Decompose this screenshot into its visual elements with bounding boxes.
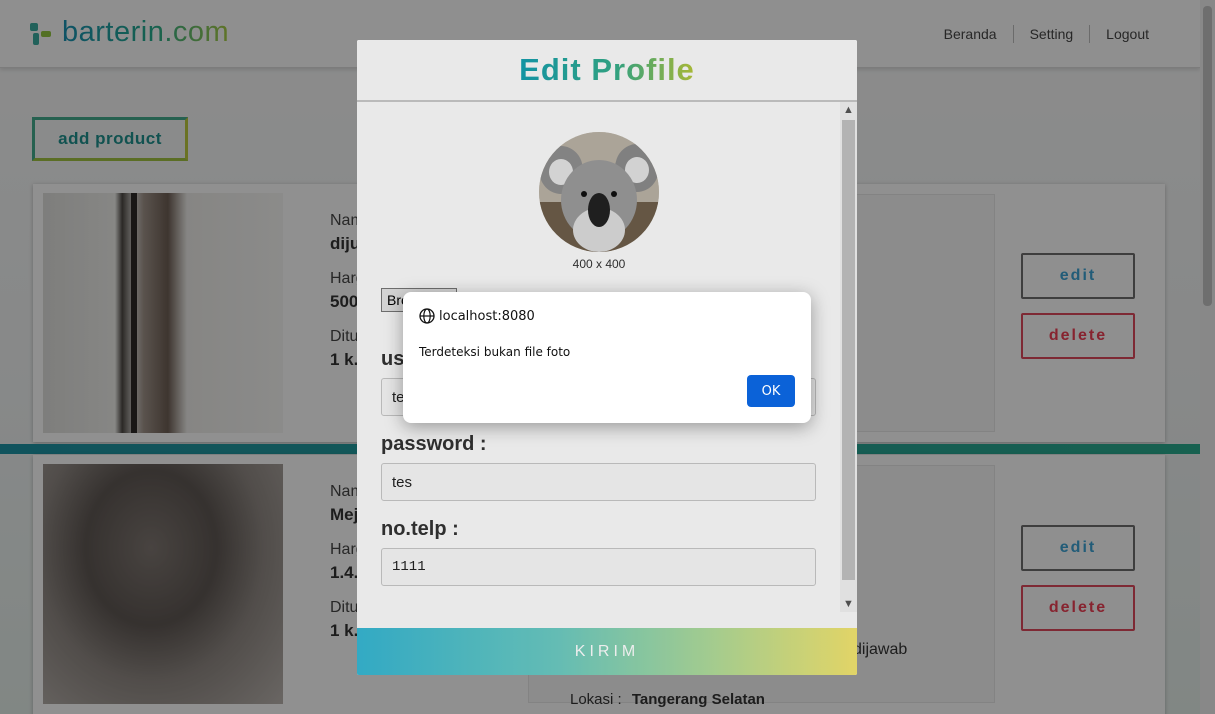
ok-button[interactable]: OK	[747, 375, 795, 407]
modal-scrollbar[interactable]: ▲ ▼	[840, 102, 857, 612]
alert-message: Terdeteksi bukan file foto	[419, 345, 571, 359]
password-input[interactable]: tes	[381, 463, 816, 501]
globe-icon	[419, 308, 435, 324]
telp-label: no.telp :	[381, 518, 459, 540]
alert-dialog: localhost:8080 Terdeteksi bukan file fot…	[403, 292, 811, 423]
password-label: password :	[381, 433, 487, 455]
modal-scrollbar-thumb[interactable]	[842, 120, 855, 580]
scroll-up-icon[interactable]: ▲	[840, 102, 857, 118]
alert-origin: localhost:8080	[419, 308, 535, 324]
avatar	[539, 132, 659, 252]
kirim-button[interactable]: KIRIM	[357, 628, 857, 675]
scroll-down-icon[interactable]: ▼	[840, 596, 857, 612]
alert-origin-text: localhost:8080	[439, 308, 535, 324]
avatar-size-caption: 400 x 400	[572, 257, 626, 271]
koala-photo	[539, 132, 659, 252]
telp-input[interactable]: 1111	[381, 548, 816, 586]
modal-header: Edit Profile	[357, 40, 857, 102]
modal-title: Edit Profile	[519, 52, 695, 87]
